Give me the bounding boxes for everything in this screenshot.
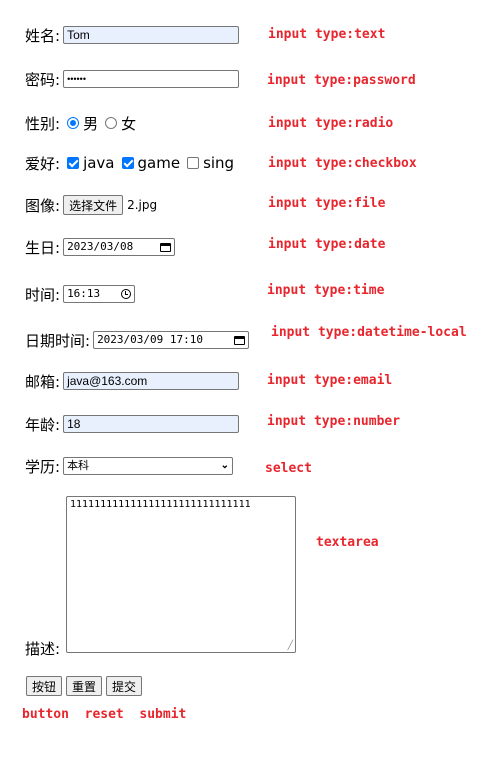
note-time: input type:time (267, 283, 385, 298)
hobby-label: 爱好: (25, 154, 61, 173)
birthday-label: 生日: (25, 238, 61, 257)
hobby-java-label: java (83, 154, 115, 172)
password-row: 密码: •••••• (25, 67, 240, 91)
name-label: 姓名: (25, 26, 61, 45)
datetime-input[interactable]: 2023/03/09 17:10 (93, 331, 250, 349)
time-value: 16:13 (67, 287, 101, 300)
description-textarea[interactable]: 111111111111111111111111111111 ╱ (66, 496, 296, 653)
file-name: 2.jpg (127, 198, 158, 212)
birthday-value: 2023/03/08 (67, 240, 134, 253)
note-password: input type:password (267, 73, 416, 88)
hobby-sing-label: sing (203, 154, 235, 172)
time-label: 时间: (25, 285, 61, 304)
password-input[interactable]: •••••• (63, 70, 240, 88)
note-buttons: button reset submit (22, 707, 187, 722)
gender-row: 性别: 男 女 (25, 111, 139, 135)
hobby-row: 爱好: java game sing (25, 151, 237, 175)
button-row: 按钮 重置 提交 (26, 676, 146, 696)
description-value: 111111111111111111111111111111 (70, 499, 251, 510)
education-row: 学历: 本科 ⌄ (25, 454, 234, 478)
email-input[interactable]: java@163.com (63, 372, 240, 390)
age-label: 年龄: (25, 415, 61, 434)
gender-radio-male[interactable] (67, 117, 80, 129)
plain-button[interactable]: 按钮 (26, 676, 63, 696)
age-row: 年龄: 18 (25, 412, 240, 436)
name-row: 姓名: Tom (25, 23, 240, 47)
note-radio: input type:radio (268, 116, 394, 131)
reset-button[interactable]: 重置 (66, 676, 103, 696)
note-email: input type:email (267, 373, 393, 388)
hobby-checkbox-game[interactable] (121, 157, 134, 169)
birthday-row: 生日: 2023/03/08 (25, 235, 176, 259)
education-select[interactable]: 本科 ⌄ (63, 457, 234, 475)
education-label: 学历: (25, 457, 61, 476)
name-input[interactable]: Tom (63, 26, 240, 44)
email-label: 邮箱: (25, 372, 61, 391)
age-input[interactable]: 18 (63, 415, 240, 433)
clock-icon[interactable] (121, 289, 132, 299)
note-datetime: input type:datetime-local (271, 325, 467, 340)
gender-male-label: 男 (83, 114, 99, 133)
hobby-checkbox-java[interactable] (67, 157, 80, 169)
hobby-game-label: game (137, 154, 181, 172)
hobby-checkbox-sing[interactable] (187, 157, 200, 169)
birthday-input[interactable]: 2023/03/08 (63, 238, 176, 256)
note-date: input type:date (268, 237, 386, 252)
note-textarea: textarea (316, 535, 379, 550)
education-value: 本科 (67, 460, 90, 472)
gender-radio-female[interactable] (105, 117, 118, 129)
resize-handle-icon[interactable]: ╱ (288, 641, 293, 651)
note-file: input type:file (268, 196, 386, 211)
gender-female-label: 女 (121, 114, 137, 133)
time-input[interactable]: 16:13 (63, 285, 136, 303)
datetime-row: 日期时间: 2023/03/09 17:10 (25, 328, 250, 352)
choose-file-button[interactable]: 选择文件 (63, 195, 124, 215)
gender-label: 性别: (25, 114, 61, 133)
submit-button[interactable]: 提交 (106, 676, 143, 696)
calendar-icon[interactable] (234, 335, 246, 345)
image-row: 图像: 选择文件 2.jpg (25, 193, 157, 217)
note-number: input type:number (267, 414, 401, 429)
note-checkbox: input type:checkbox (268, 156, 417, 171)
password-label: 密码: (25, 70, 61, 89)
chevron-down-icon: ⌄ (220, 460, 230, 471)
description-label: 描述: (25, 640, 61, 658)
time-row: 时间: 16:13 (25, 282, 136, 306)
datetime-value: 2023/03/09 17:10 (97, 333, 204, 346)
note-text: input type:text (268, 27, 386, 42)
image-label: 图像: (25, 196, 61, 215)
calendar-icon[interactable] (160, 242, 172, 252)
note-select: select (265, 461, 312, 476)
datetime-label: 日期时间: (25, 331, 91, 350)
email-row: 邮箱: java@163.com (25, 369, 240, 393)
